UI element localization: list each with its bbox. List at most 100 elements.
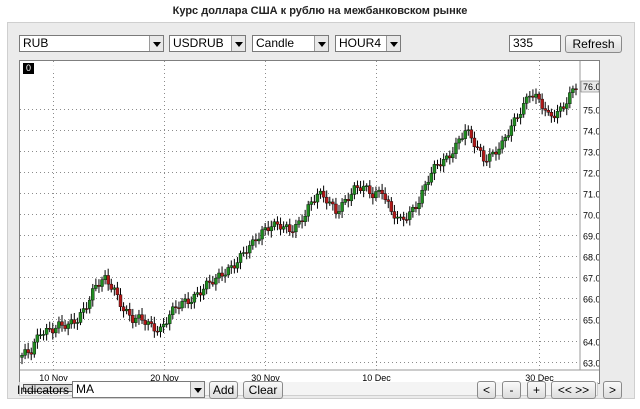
candle-body	[137, 314, 141, 319]
y-tick-label: 68.00	[583, 253, 599, 263]
candle-body	[272, 221, 277, 227]
candle-body	[491, 151, 495, 155]
candle-body	[266, 227, 270, 232]
last-price-label: 76.03	[583, 82, 599, 92]
candle-body	[26, 349, 30, 353]
candle-body	[269, 226, 274, 232]
candle-body	[546, 109, 550, 113]
candle-body	[84, 308, 89, 310]
candle-body	[186, 298, 190, 304]
zoom-in-button[interactable]: +	[527, 381, 546, 399]
candle-body	[457, 138, 461, 144]
candle-body	[558, 106, 563, 112]
candle-body	[149, 321, 153, 324]
candle-body	[534, 93, 538, 98]
indicator-select-value: MA	[76, 382, 94, 396]
candle-body	[118, 294, 123, 307]
candle-body	[238, 253, 243, 263]
candle-body	[395, 216, 400, 219]
candle-body	[51, 328, 55, 334]
candle-body	[100, 279, 104, 287]
currency-select-value: RUB	[23, 36, 49, 50]
candle-body	[469, 129, 474, 139]
candle-body	[537, 93, 541, 100]
candle-body	[318, 190, 323, 195]
candle-body	[312, 201, 317, 203]
candle-body	[155, 330, 160, 333]
candle-body	[284, 224, 289, 227]
zoom-out-button[interactable]: -	[502, 381, 521, 399]
chevron-down-icon[interactable]	[314, 36, 328, 51]
candle-body	[192, 294, 197, 303]
refresh-button[interactable]: Refresh	[565, 35, 622, 53]
candle-body	[429, 173, 434, 183]
candle-body	[340, 202, 344, 212]
candle-body	[109, 283, 113, 290]
chevron-down-icon[interactable]	[386, 36, 400, 51]
candle-body	[201, 288, 206, 296]
candle-body	[106, 275, 110, 285]
scroll-right-button[interactable]: >	[603, 381, 622, 399]
candle-body	[241, 252, 246, 254]
candle-body	[383, 193, 387, 200]
chart-area[interactable]: 63.00 64.00 65.00 66.00 67.00 68.00 69.00 70.00…	[19, 60, 600, 384]
candle-body	[531, 95, 535, 98]
candle-body	[300, 220, 304, 223]
candle-body	[352, 185, 357, 195]
y-tick-label: 67.00	[583, 274, 599, 284]
indicator-select[interactable]: MA	[72, 381, 205, 398]
y-tick-label: 70.00	[583, 211, 599, 221]
candle-body	[121, 306, 126, 312]
candle-body	[515, 117, 520, 119]
candle-body	[195, 292, 200, 295]
candle-body	[334, 203, 338, 214]
candle-body	[294, 224, 298, 233]
candle-body	[214, 277, 218, 285]
candle-body	[361, 185, 366, 191]
candle-body	[389, 201, 394, 212]
scroll-left-button[interactable]: <	[477, 381, 496, 399]
candle-body	[171, 306, 175, 315]
candle-body	[405, 219, 409, 221]
candle-body	[281, 226, 286, 230]
candle-body	[466, 129, 470, 132]
candle-body	[355, 185, 360, 188]
clear-indicators-button[interactable]: Clear	[243, 381, 283, 399]
chevron-down-icon[interactable]	[231, 36, 245, 51]
candle-body	[124, 309, 129, 312]
currency-select[interactable]: RUB	[19, 35, 164, 52]
y-tick-label: 71.00	[583, 190, 599, 200]
candle-body	[303, 215, 307, 222]
candle-body	[57, 321, 61, 329]
candle-body	[254, 239, 258, 242]
candle-body	[54, 327, 58, 334]
bars-count-input[interactable]: 335	[509, 35, 561, 52]
chevron-down-icon[interactable]	[149, 36, 163, 51]
y-tick-label: 72.00	[583, 169, 599, 179]
symbol-select[interactable]: USDRUB	[169, 35, 246, 52]
candle-body	[377, 189, 381, 192]
candle-body	[260, 229, 264, 240]
period-select[interactable]: HOUR4	[335, 35, 401, 52]
candle-body	[198, 292, 203, 296]
candle-body	[500, 140, 504, 150]
candle-body	[220, 272, 224, 277]
candle-body	[81, 308, 86, 313]
chart-type-select[interactable]: Candle	[252, 35, 329, 52]
candle-body	[420, 189, 424, 204]
candle-body	[365, 185, 369, 187]
candle-body	[244, 252, 249, 254]
fit-chart-button[interactable]: << >>	[551, 381, 596, 399]
chevron-down-icon[interactable]	[190, 382, 204, 397]
candle-body	[41, 334, 46, 336]
candle-body	[371, 193, 375, 199]
candle-body	[158, 326, 163, 332]
add-indicator-button[interactable]: Add	[209, 381, 238, 399]
candle-body	[512, 117, 517, 127]
candle-body	[346, 199, 350, 202]
candle-body	[183, 298, 187, 302]
candle-body	[69, 319, 73, 325]
candle-body	[174, 306, 178, 308]
candle-body	[401, 216, 406, 220]
candle-body	[525, 96, 529, 104]
